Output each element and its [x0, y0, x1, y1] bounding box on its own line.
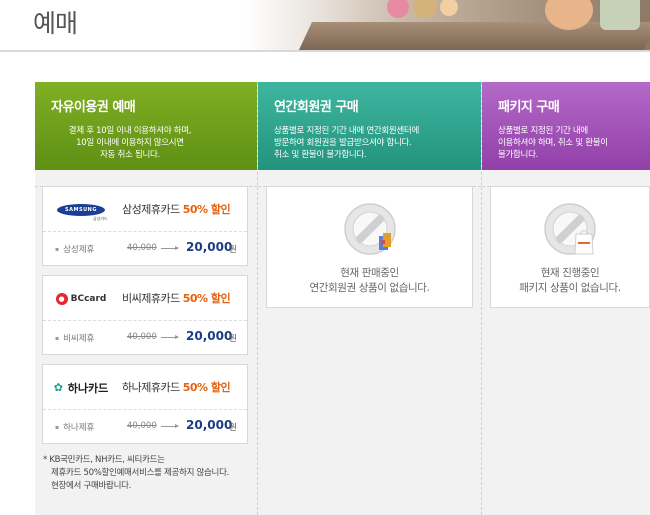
original-price: 40,000: [127, 243, 157, 253]
card-offer-name: 삼성제휴카드 50% 할인: [122, 203, 231, 216]
ticket-content-area: 자유이용권 예매 결제 후 10일 이내 이용하셔야 하며, 10일 이내에 이…: [35, 82, 650, 515]
bc-circle-icon: ●: [55, 293, 68, 305]
card-exclusion-note: * KB국민카드, NH카드, 씨티카드는 제휴카드 50%할인예매서비스를 제…: [43, 455, 230, 491]
arrow-right-icon: [161, 424, 179, 428]
header-banner-image: [245, 0, 650, 52]
package-empty-text: 현재 진행중인 패키지 상품이 없습니다.: [519, 267, 621, 294]
annual-pass-column: 연간회원권 구매 상품별로 지정된 기간 내에 연간회원센터에 방문하여 회원권…: [257, 82, 481, 515]
card-offer-label: 하나제휴: [55, 421, 94, 433]
discount-badge: 50% 할인: [182, 381, 231, 394]
arrow-right-icon: [161, 335, 179, 339]
bc-card-logo: ● BCcard: [51, 286, 111, 312]
discount-price: 20,000: [186, 240, 233, 254]
price-unit: 원: [229, 423, 237, 433]
page-title: 예매: [33, 9, 78, 38]
package-empty-notice: 현재 진행중인 패키지 상품이 없습니다.: [490, 186, 650, 308]
card-offer-label: 삼성제휴: [55, 243, 94, 255]
free-pass-description: 결제 후 10일 이내 이용하셔야 하며, 10일 이내에 이용하지 않으시면 …: [68, 126, 192, 160]
hana-leaf-icon: ✿: [53, 381, 63, 394]
annual-pass-empty-text: 현재 판매중인 연간회원권 상품이 없습니다.: [309, 267, 430, 294]
no-entry-sign-icon: [544, 203, 596, 255]
annual-pass-description: 상품별로 지정된 기간 내에 연간회원센터에 방문하여 회원권을 발급받으셔야 …: [274, 126, 419, 160]
discount-badge: 50% 할인: [182, 203, 231, 216]
discount-price: 20,000: [186, 329, 233, 343]
card-offer-name: 하나제휴카드 50% 할인: [122, 381, 231, 394]
price-unit: 원: [229, 245, 237, 255]
price-unit: 원: [229, 334, 237, 344]
card-offer-label: 비씨제휴: [55, 332, 94, 344]
package-header: 패키지 구매 상품별로 지정된 기간 내에 이용하셔야 하며, 취소 및 환불이…: [482, 82, 650, 170]
discount-price: 20,000: [186, 418, 233, 432]
free-pass-header: 자유이용권 예매 결제 후 10일 이내 이용하셔야 하며, 10일 이내에 이…: [35, 82, 257, 170]
annual-pass-header: 연간회원권 구매 상품별로 지정된 기간 내에 연간회원센터에 방문하여 회원권…: [258, 82, 481, 170]
hana-card-offer[interactable]: ✿하나카드 하나제휴카드 50% 할인 하나제휴 40,000 20,000 원: [42, 364, 248, 444]
annual-pass-title: 연간회원권 구매: [274, 100, 359, 115]
arrow-right-icon: [161, 246, 179, 250]
page-header: 예매: [0, 0, 650, 52]
bc-card-offer[interactable]: ●BCcard 비씨제휴카드 50% 할인 비씨제휴 40,000 20,000…: [42, 275, 248, 355]
free-pass-title: 자유이용권 예매: [51, 100, 136, 115]
samsung-card-logo: SAMSUNG 삼성카드: [51, 197, 111, 223]
original-price: 40,000: [127, 421, 157, 431]
samsung-card-offer[interactable]: SAMSUNG 삼성카드 삼성제휴카드 50% 할인 삼성제휴 40,000 2…: [42, 186, 248, 266]
card-offer-name: 비씨제휴카드 50% 할인: [122, 292, 231, 305]
package-title: 패키지 구매: [498, 100, 560, 115]
free-pass-column: 자유이용권 예매 결제 후 10일 이내 이용하셔야 하며, 10일 이내에 이…: [35, 82, 257, 515]
package-description: 상품별로 지정된 기간 내에 이용하셔야 하며, 취소 및 환불이 불가합니다.: [498, 126, 608, 160]
original-price: 40,000: [127, 332, 157, 342]
discount-badge: 50% 할인: [182, 292, 231, 305]
no-entry-sign-icon: [343, 203, 396, 255]
hana-card-logo: ✿ 하나카드: [53, 381, 109, 396]
annual-pass-empty-notice: 현재 판매중인 연간회원권 상품이 없습니다.: [266, 186, 473, 308]
package-column: 패키지 구매 상품별로 지정된 기간 내에 이용하셔야 하며, 취소 및 환불이…: [481, 82, 650, 515]
